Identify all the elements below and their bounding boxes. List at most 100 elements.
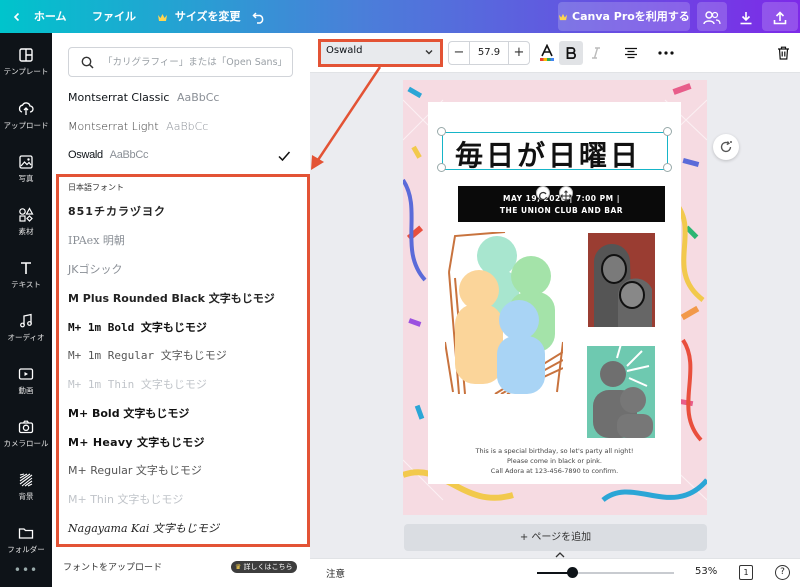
jp-font-name: M+ 1m Regular 文字もじモジ (68, 349, 227, 362)
rotate-handle[interactable] (536, 186, 550, 201)
camera-icon (18, 420, 34, 434)
upload-font-link[interactable]: フォントをアップロード (63, 560, 162, 573)
resize-label: サイズを変更 (174, 10, 241, 23)
photo-frame-leaves (587, 346, 655, 438)
chevron-left-icon (12, 10, 26, 23)
rail-label: カメラロール (3, 439, 49, 448)
jp-font-item[interactable]: M+ Regular 文字もじモジ (68, 460, 202, 482)
jp-font-item[interactable]: Nagayama Kai 文字もじモジ (68, 518, 219, 540)
rail-item-folders[interactable]: フォルダー (0, 517, 52, 567)
rail-item-photos[interactable]: 写真 (0, 146, 52, 196)
jp-font-name: IPAex 明朝 (68, 234, 125, 247)
text-color-button[interactable] (535, 41, 559, 65)
resize-handle[interactable] (437, 163, 446, 172)
resize-handle[interactable] (663, 163, 672, 172)
rail-item-uploads[interactable]: アップロード (0, 93, 52, 143)
rail-item-background[interactable]: 背景 (0, 464, 52, 514)
rail-label: 写真 (18, 174, 34, 183)
rail-label: 素材 (18, 227, 34, 236)
jp-font-item[interactable]: M+ 1m Bold 文字もじモジ (68, 317, 207, 339)
bold-button[interactable] (559, 41, 583, 65)
refresh-icon (720, 141, 732, 153)
more-options-button[interactable] (654, 41, 678, 65)
jp-font-item[interactable]: M+ 1m Thin 文字もじモジ (68, 374, 207, 396)
share-people-button[interactable] (697, 2, 727, 31)
jp-font-item[interactable]: IPAex 明朝 (68, 230, 125, 252)
font-name: Montserrat Light (68, 120, 159, 133)
jp-font-item[interactable]: 851チカラヅヨク (68, 201, 166, 223)
font-search[interactable] (68, 47, 293, 77)
rail-item-camera-roll[interactable]: カメラロール (0, 411, 52, 461)
rail-item-templates[interactable]: テンプレート (0, 39, 52, 89)
canva-pro-button[interactable]: Canva Proを利用する (558, 2, 690, 31)
font-item-oswald[interactable]: Oswald AaBbCc (68, 141, 298, 169)
font-name: Oswald (68, 149, 103, 161)
jp-font-name: JKゴシック (68, 263, 123, 276)
jp-font-name: Nagayama Kai 文字もじモジ (68, 522, 219, 535)
font-size-input[interactable]: 57.9 (469, 42, 509, 64)
jp-font-item[interactable]: JKゴシック (68, 259, 122, 281)
font-family-value: Oswald (326, 45, 363, 56)
banner-line-2: THE UNION CLUB AND BAR (499, 206, 624, 215)
jp-font-name: M Plus Rounded Black 文字もじモジ (68, 292, 275, 305)
learn-more-badge[interactable]: ♛ 詳しくはこちら (231, 561, 297, 573)
jp-font-name: M+ Thin 文字もじモジ (68, 493, 184, 506)
bold-icon (566, 47, 576, 59)
rail-item-video[interactable]: 動画 (0, 358, 52, 408)
delete-button[interactable] (771, 41, 795, 65)
rail-item-audio[interactable]: オーディオ (0, 305, 52, 355)
search-input[interactable] (103, 54, 288, 70)
jp-font-item[interactable]: M+ Thin 文字もじモジ (68, 489, 183, 511)
file-menu[interactable]: ファイル (92, 0, 136, 33)
rail-item-text[interactable]: テキスト (0, 252, 52, 302)
rail-item-elements[interactable]: 素材 (0, 199, 52, 249)
trash-icon (777, 46, 789, 60)
jp-font-item[interactable]: M+ Heavy 文字もじモジ (68, 432, 205, 454)
undo-button[interactable] (252, 0, 266, 33)
add-page-button[interactable]: + ページを追加 (404, 524, 707, 551)
jp-font-item[interactable]: M+ 1m Regular 文字もじモジ (68, 345, 227, 367)
jp-font-name: M+ Heavy 文字もじモジ (68, 436, 205, 449)
jp-font-item[interactable]: M+ Bold 文字もじモジ (68, 403, 189, 425)
resize-button[interactable]: サイズを変更 (157, 0, 241, 33)
more-icon[interactable]: ••• (0, 563, 52, 577)
resize-handle[interactable] (663, 127, 672, 136)
home-button[interactable]: ホーム (12, 0, 67, 33)
font-size-stepper[interactable]: − 57.9 + (448, 41, 530, 65)
jp-font-name: M+ Bold 文字もじモジ (68, 407, 190, 420)
rail-label: 背景 (18, 492, 34, 501)
folder-icon (18, 528, 34, 539)
font-item-montserrat-light[interactable]: Montserrat Light AaBbCc (68, 113, 298, 141)
friends-illustration (445, 232, 563, 394)
design-title-text[interactable]: 毎日が日曜日 (455, 134, 641, 174)
page-count-button[interactable]: 1 (739, 565, 753, 580)
jp-font-name: M+ 1m Bold 文字もじモジ (68, 321, 207, 334)
video-icon (18, 368, 34, 380)
rotate-icon (539, 191, 548, 201)
font-item-montserrat-classic[interactable]: Montserrat Classic AaBbCc (68, 84, 298, 112)
move-handle[interactable] (559, 186, 573, 202)
download-button[interactable] (731, 2, 761, 31)
font-sample: AaBbCc (109, 149, 149, 161)
help-button[interactable]: ? (775, 565, 790, 580)
crown-icon (558, 10, 572, 23)
crown-icon: ♛ (235, 563, 242, 571)
photo-frame-couple (588, 233, 655, 327)
comment-button[interactable] (713, 134, 739, 160)
zoom-value[interactable]: 53% (695, 566, 717, 577)
align-center-icon (625, 47, 637, 59)
resize-handle[interactable] (437, 127, 446, 136)
chevron-up-icon[interactable] (553, 551, 567, 559)
upload-icon (18, 102, 34, 115)
jp-font-item[interactable]: M Plus Rounded Black 文字もじモジ (68, 288, 275, 310)
text-color-icon (540, 44, 554, 61)
share-button[interactable] (762, 2, 798, 31)
font-size-increase-button[interactable]: + (509, 42, 529, 64)
italic-button[interactable] (584, 41, 608, 65)
font-family-dropdown[interactable]: Oswald (318, 39, 443, 67)
left-rail: テンプレート アップロード 写真 素材 テキスト オーディオ 動画 カメラロール… (0, 33, 52, 587)
template-icon (19, 48, 33, 62)
notes-button[interactable]: 注意 (326, 566, 345, 580)
align-button[interactable] (619, 41, 643, 65)
font-size-decrease-button[interactable]: − (449, 42, 469, 64)
